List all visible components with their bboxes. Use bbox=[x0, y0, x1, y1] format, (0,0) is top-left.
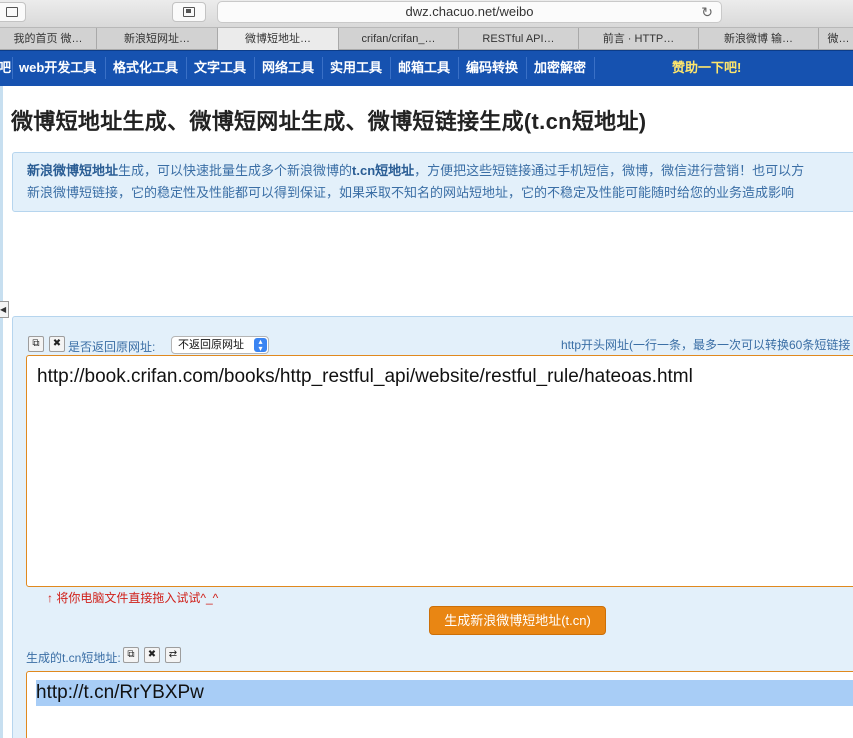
nav-item-network[interactable]: 网络工具 bbox=[262, 51, 314, 87]
nav-divider bbox=[594, 57, 595, 79]
address-bar[interactable]: dwz.chacuo.net/weibo ↻ bbox=[217, 1, 722, 23]
info-text: ，方便把这些短链接通过手机短信，微博，微信进行营销！也可以方 bbox=[414, 163, 805, 178]
nav-item-mail[interactable]: 邮箱工具 bbox=[398, 51, 450, 87]
nav-item-format[interactable]: 格式化工具 bbox=[113, 51, 178, 87]
tab[interactable]: 新浪微博 输… bbox=[698, 28, 818, 50]
nav-item-text[interactable]: 文字工具 bbox=[194, 51, 246, 87]
sidebar-toggle-button[interactable] bbox=[0, 2, 26, 22]
reader-button[interactable] bbox=[172, 2, 206, 22]
tab[interactable]: 微… bbox=[818, 28, 853, 50]
input-hint: http开头网址(一行一条，最多一次可以转换60条短链接 bbox=[561, 338, 851, 352]
nav-divider bbox=[526, 57, 527, 79]
nav-item-encoding[interactable]: 编码转换 bbox=[466, 51, 518, 87]
info-keyword: t.cn短地址 bbox=[352, 163, 415, 178]
clear-icon[interactable]: ✖ bbox=[144, 647, 160, 663]
info-line-2: 新浪微博短链接，它的稳定性及性能都可以得到保证，如果采取不知名的网站短地址，它的… bbox=[27, 185, 795, 200]
tab[interactable]: 新浪短网址… bbox=[96, 28, 217, 50]
nav-divider bbox=[390, 57, 391, 79]
select-value: 不返回原网址 bbox=[178, 339, 244, 351]
tab[interactable]: 我的首页 微… bbox=[0, 28, 96, 50]
return-url-select[interactable]: 不返回原网址 ▴ ▾ bbox=[171, 336, 269, 354]
nav-divider bbox=[12, 57, 13, 79]
generate-button[interactable]: 生成新浪微博短地址(t.cn) bbox=[429, 606, 606, 635]
short-url-text: http://t.cn/RrYBXPw bbox=[36, 680, 853, 706]
info-keyword: 新浪微博短地址 bbox=[27, 163, 119, 178]
nav-item[interactable]: 吧 bbox=[0, 51, 11, 87]
clear-icon[interactable]: ✖ bbox=[49, 336, 65, 352]
tab[interactable]: RESTful API… bbox=[458, 28, 578, 50]
left-border bbox=[0, 86, 3, 738]
nav-divider bbox=[105, 57, 106, 79]
nav-divider bbox=[322, 57, 323, 79]
nav-divider bbox=[458, 57, 459, 79]
nav-item-utility[interactable]: 实用工具 bbox=[330, 51, 382, 87]
url-input[interactable]: http://book.crifan.com/books/http_restfu… bbox=[26, 355, 853, 587]
nav-item-web-dev[interactable]: web开发工具 bbox=[19, 51, 96, 87]
page-title: 微博短地址生成、微博短网址生成、微博短链接生成(t.cn短地址) bbox=[11, 109, 647, 134]
sponsor-link[interactable]: 赞助一下吧! bbox=[672, 51, 741, 85]
tab-bar: 我的首页 微… 新浪短网址… 微博短地址… crifan/crifan_… RE… bbox=[0, 28, 853, 50]
tab[interactable]: 前言 · HTTP… bbox=[578, 28, 698, 50]
tab-active[interactable]: 微博短地址… bbox=[217, 28, 338, 50]
sidebar-icon bbox=[6, 7, 19, 17]
reader-icon bbox=[183, 7, 195, 17]
reload-icon[interactable]: ↻ bbox=[701, 2, 713, 22]
short-url-output[interactable]: http://t.cn/RrYBXPw bbox=[26, 671, 853, 738]
return-url-label: 是否返回原网址: bbox=[68, 340, 156, 354]
chevron-updown-icon: ▴ ▾ bbox=[254, 338, 267, 353]
drag-hint: ↑ 将你电脑文件直接拖入试试^_^ bbox=[47, 591, 219, 605]
output-label: 生成的t.cn短地址: bbox=[26, 651, 121, 665]
tab[interactable]: crifan/crifan_… bbox=[338, 28, 458, 50]
nav-divider bbox=[186, 57, 187, 79]
url-text: dwz.chacuo.net/weibo bbox=[405, 4, 534, 19]
copy-icon[interactable]: ⧉ bbox=[28, 336, 44, 352]
info-text: 生成，可以快速批量生成多个新浪微博的 bbox=[118, 163, 353, 178]
nav-divider bbox=[254, 57, 255, 79]
info-line-1: 新浪微博短地址生成，可以快速批量生成多个新浪微博的t.cn短地址，方便把这些短链… bbox=[27, 160, 853, 182]
collapse-arrow-icon[interactable]: ◀ bbox=[0, 301, 9, 318]
site-nav: 吧 web开发工具 格式化工具 文字工具 网络工具 实用工具 邮箱工具 编码转换… bbox=[0, 50, 853, 86]
swap-icon[interactable]: ⇄ bbox=[165, 647, 181, 663]
copy-icon[interactable]: ⧉ bbox=[123, 647, 139, 663]
nav-item-crypto[interactable]: 加密解密 bbox=[534, 51, 586, 87]
info-box: 新浪微博短地址生成，可以快速批量生成多个新浪微博的t.cn短地址，方便把这些短链… bbox=[12, 152, 853, 212]
browser-toolbar: dwz.chacuo.net/weibo ↻ bbox=[0, 0, 853, 28]
